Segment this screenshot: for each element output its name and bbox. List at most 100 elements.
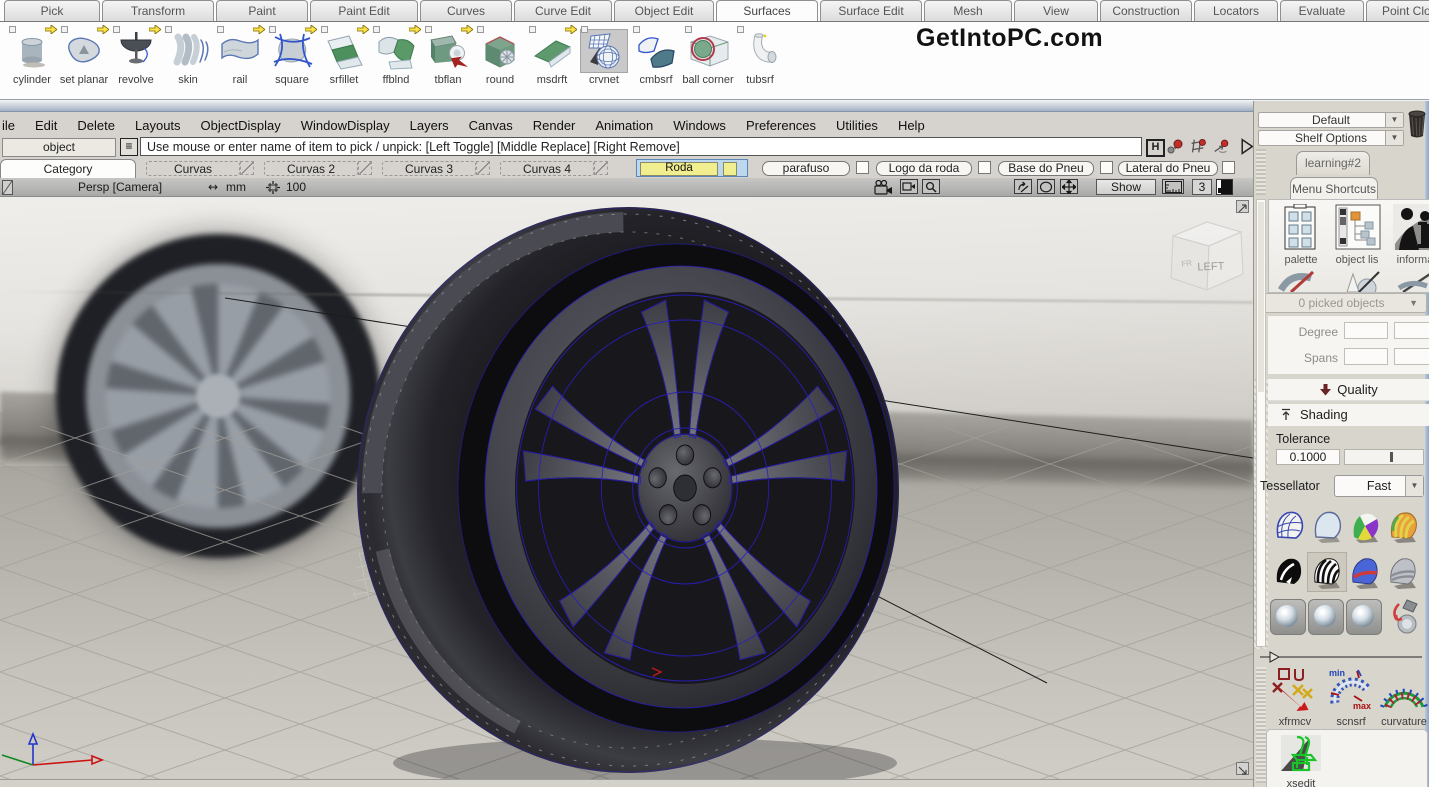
option-arrow-icon[interactable]: [357, 25, 369, 34]
shade-single-button[interactable]: [1308, 507, 1346, 545]
layer-base-checkbox[interactable]: [1100, 161, 1113, 174]
show-button[interactable]: Show: [1096, 179, 1156, 195]
option-arrow-icon[interactable]: [461, 25, 473, 34]
spans-field-2[interactable]: [1394, 348, 1429, 365]
tool-round[interactable]: round: [474, 26, 526, 86]
level-button[interactable]: 3: [1192, 179, 1212, 195]
pane-resize-icon-top[interactable]: [1236, 200, 1249, 213]
tool-ball-corner[interactable]: ball corner: [682, 26, 734, 86]
shelf-options-dropdown[interactable]: Shelf Options▼: [1258, 130, 1404, 146]
tessellator-dropdown[interactable]: Fast▼: [1334, 475, 1424, 497]
chevron-down-icon[interactable]: ▼: [1385, 113, 1403, 127]
tool-ffblnd[interactable]: ffblnd: [370, 26, 422, 86]
object-lister-icon[interactable]: [1335, 204, 1381, 250]
option-arrow-icon[interactable]: [149, 25, 161, 34]
camera-settings-button[interactable]: [900, 179, 918, 194]
menu-animation[interactable]: Animation: [585, 118, 663, 133]
tolerance-field[interactable]: [1276, 449, 1340, 465]
diagnostic-sphere-button-2[interactable]: [1308, 599, 1344, 635]
menu-layouts[interactable]: Layouts: [125, 118, 191, 133]
option-arrow-icon[interactable]: [565, 25, 577, 34]
pick-template-icon[interactable]: [1212, 138, 1230, 155]
shade-stripes-button[interactable]: [1384, 507, 1422, 545]
layer-tab-curvas-4[interactable]: Curvas 4: [500, 161, 594, 176]
viewport-header[interactable]: Persp [Camera] ↔ mm 100 Show 3: [0, 178, 1253, 197]
view-cube[interactable]: LEFT FR: [1163, 208, 1247, 296]
tool-tbflan[interactable]: tbflan: [422, 26, 474, 86]
tool-msdrft[interactable]: msdrft: [526, 26, 578, 86]
wheel-model[interactable]: [357, 207, 899, 773]
palette-tab-surface-edit[interactable]: Surface Edit: [820, 0, 922, 21]
palette-tab-view[interactable]: View: [1014, 0, 1098, 21]
prompt-input[interactable]: [140, 137, 1142, 156]
shelf-set-dropdown[interactable]: Default▼: [1258, 112, 1404, 128]
option-arrow-icon[interactable]: [45, 25, 57, 34]
palette-tab-surfaces[interactable]: Surfaces: [716, 0, 818, 21]
shelf-tab-learning[interactable]: learning#2: [1296, 151, 1370, 175]
window-layout-icon[interactable]: [1216, 179, 1233, 195]
menu-render[interactable]: Render: [523, 118, 586, 133]
layer-symmetry-toggle[interactable]: [240, 161, 254, 175]
palette-tab-curves[interactable]: Curves: [420, 0, 512, 21]
perspective-viewport[interactable]: LEFT FR Persp [Camera] ↔ mm 100 Show 3: [0, 178, 1253, 779]
layer-tab-curvas-2[interactable]: Curvas 2: [264, 161, 358, 176]
menu-windows[interactable]: Windows: [663, 118, 736, 133]
information-icon[interactable]: [1393, 204, 1429, 250]
shade-metal-button[interactable]: [1384, 553, 1422, 591]
palette-icon[interactable]: [1277, 204, 1323, 250]
option-arrow-icon[interactable]: [305, 25, 317, 34]
tool-crvnet[interactable]: crvnet: [578, 26, 630, 86]
pane-corner-icon[interactable]: [2, 180, 13, 195]
clipped-tool-icon[interactable]: [1277, 270, 1323, 293]
pick-object-icon[interactable]: [1166, 138, 1184, 155]
palette-tab-mesh[interactable]: Mesh: [924, 0, 1012, 21]
palette-tab-construction[interactable]: Construction: [1100, 0, 1192, 21]
menu-delete[interactable]: Delete: [67, 118, 125, 133]
camera-label[interactable]: Persp [Camera]: [78, 180, 162, 194]
camera-icon[interactable]: [874, 180, 894, 195]
palette-tab-paint[interactable]: Paint: [216, 0, 308, 21]
ruler-button[interactable]: [1162, 179, 1184, 194]
picked-objects-dropdown[interactable]: 0 picked objects▼: [1256, 293, 1427, 313]
menu-file[interactable]: ile: [0, 118, 25, 133]
quality-section-header[interactable]: Quality: [1268, 379, 1429, 401]
palette-tab-pick[interactable]: Pick: [4, 0, 100, 21]
chevron-down-icon[interactable]: ▼: [1405, 476, 1423, 496]
assign-shader-button[interactable]: [1384, 597, 1422, 635]
shade-wireframe-button[interactable]: [1270, 507, 1308, 545]
zoom-button[interactable]: [922, 179, 940, 194]
layer-logo-checkbox[interactable]: [978, 161, 991, 174]
palette-tab-locators[interactable]: Locators: [1194, 0, 1278, 21]
tool-scnsrf[interactable]: minmax scnsrf: [1326, 667, 1376, 728]
tolerance-slider[interactable]: [1344, 449, 1424, 465]
layer-parafuso-checkbox[interactable]: [856, 161, 869, 174]
palette-tab-curve-edit[interactable]: Curve Edit: [514, 0, 612, 21]
layer-symmetry-toggle[interactable]: [476, 161, 490, 175]
pick-mode-selector[interactable]: object: [2, 138, 116, 157]
layer-symmetry-toggle[interactable]: [358, 161, 372, 175]
layer-symmetry-toggle[interactable]: [594, 161, 608, 175]
menu-objectdisplay[interactable]: ObjectDisplay: [191, 118, 291, 133]
menu-edit[interactable]: Edit: [25, 118, 67, 133]
shade-blueband-button[interactable]: [1346, 553, 1384, 591]
tool-set-planar[interactable]: set planar: [58, 26, 110, 86]
layer-tab-curvas[interactable]: Curvas: [146, 161, 240, 176]
pick-component-icon[interactable]: [1188, 138, 1206, 155]
shade-black-button[interactable]: [1270, 553, 1308, 591]
tool-square[interactable]: square: [266, 26, 318, 86]
prompt-history-icon[interactable]: ≡: [120, 138, 138, 156]
panel-divider-slider[interactable]: [1258, 649, 1426, 663]
diagnostic-sphere-button-3[interactable]: [1346, 599, 1382, 635]
shelf-tab-menu-shortcuts[interactable]: Menu Shortcuts: [1290, 177, 1378, 200]
pane-resize-icon-bottom[interactable]: [1236, 762, 1249, 775]
scene-3d-overlay[interactable]: [0, 178, 1253, 779]
palette-tab-paint-edit[interactable]: Paint Edit: [310, 0, 418, 21]
option-arrow-icon[interactable]: [253, 25, 265, 34]
tool-cylinder[interactable]: cylinder: [6, 26, 58, 86]
layer-tab-logo-da-roda[interactable]: Logo da roda: [876, 161, 972, 176]
tool-xsedit[interactable]: xsedit: [1276, 733, 1326, 787]
chevron-down-icon[interactable]: ▼: [1385, 131, 1403, 145]
layer-category-tab[interactable]: Category: [0, 159, 136, 178]
shelf-drag-strip[interactable]: [1256, 149, 1266, 195]
diagnostic-sphere-button-1[interactable]: [1270, 599, 1306, 635]
